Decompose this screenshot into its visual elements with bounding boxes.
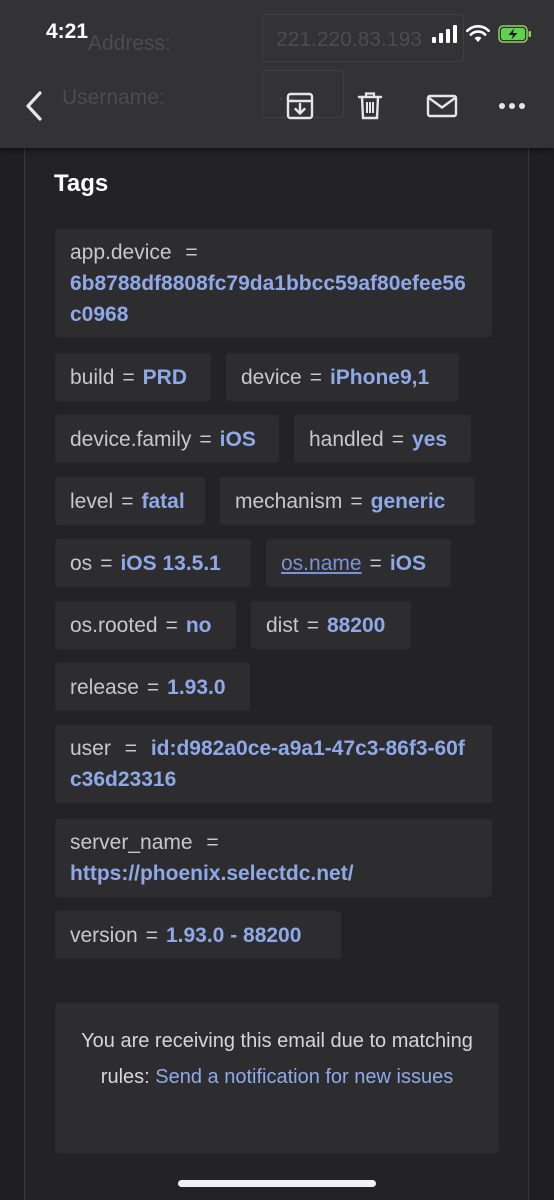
mail-icon bbox=[426, 94, 458, 118]
tag-key: release bbox=[70, 675, 139, 699]
tag-version: version = 1.93.0 - 88200 bbox=[55, 911, 341, 959]
tag-equals: = bbox=[350, 489, 363, 513]
wifi-icon bbox=[466, 25, 490, 42]
tag-value: no bbox=[185, 613, 212, 637]
tag-server-name: server_name = https://phoenix.selectdc.n… bbox=[55, 819, 492, 897]
delete-button[interactable] bbox=[352, 88, 388, 124]
battery-charging-icon bbox=[498, 25, 531, 43]
tag-key: os bbox=[70, 551, 93, 575]
home-indicator[interactable] bbox=[178, 1180, 376, 1187]
tag-key: handled bbox=[309, 427, 384, 451]
more-icon bbox=[499, 103, 525, 109]
archive-icon bbox=[286, 92, 314, 120]
tag-value: iOS bbox=[219, 427, 256, 451]
tag-value: generic bbox=[370, 489, 446, 513]
tag-equals: = bbox=[146, 675, 160, 699]
tag-release: release = 1.93.0 bbox=[55, 663, 250, 711]
tag-value: yes bbox=[412, 427, 448, 451]
tag-key: app.device bbox=[70, 241, 172, 264]
status-icons bbox=[432, 22, 532, 46]
tag-key: os.rooted bbox=[70, 613, 158, 637]
top-bar: Address: 221.220.83.193 Username: ... 4:… bbox=[0, 0, 554, 148]
tag-os-rooted: os.rooted = no bbox=[55, 601, 236, 649]
tag-value: fatal bbox=[141, 489, 185, 513]
tag-user: user = id:d982a0ce-a9a1-47c3-86f3-60fc36… bbox=[55, 725, 492, 803]
tag-key: dist bbox=[266, 613, 299, 637]
tag-dist: dist = 88200 bbox=[251, 601, 411, 649]
tag-equals: = bbox=[309, 365, 322, 389]
tag-equals: = bbox=[121, 489, 134, 513]
chevron-left-icon bbox=[26, 91, 42, 121]
tag-key-link[interactable]: os.name bbox=[281, 548, 362, 579]
tag-key: user bbox=[70, 737, 111, 760]
tag-value: 1.93.0 - 88200 bbox=[165, 923, 302, 947]
ghost-label-username: Username: bbox=[62, 86, 165, 109]
tag-equals: = bbox=[306, 613, 319, 637]
tag-value: iOS bbox=[389, 551, 426, 575]
tag-key: mechanism bbox=[235, 489, 343, 513]
tag-equals: = bbox=[369, 551, 382, 575]
alert-rule-link[interactable]: Send a notification for new issues bbox=[155, 1066, 453, 1088]
tag-value: iPhone9,1 bbox=[329, 365, 430, 389]
tag-value: https://phoenix.selectdc.net/ bbox=[70, 862, 354, 885]
tag-equals: = bbox=[391, 427, 405, 451]
tag-device: device = iPhone9,1 bbox=[226, 353, 459, 401]
more-button[interactable] bbox=[494, 88, 530, 124]
tag-key: build bbox=[70, 365, 115, 389]
tag-value: 6b8788df8808fc79da1bbcc59af80efee56c0968 bbox=[70, 272, 466, 326]
tag-os: os = iOS 13.5.1 bbox=[55, 539, 251, 587]
tag-key: version bbox=[70, 923, 138, 947]
tag-build: build = PRD bbox=[55, 353, 211, 401]
cellular-signal-icon bbox=[432, 25, 457, 43]
tag-handled: handled = yes bbox=[294, 415, 471, 463]
tag-value: 1.93.0 bbox=[167, 675, 226, 699]
trash-icon bbox=[357, 92, 383, 120]
archive-button[interactable] bbox=[282, 88, 318, 124]
tag-level: level = fatal bbox=[55, 477, 205, 525]
tag-value: iOS 13.5.1 bbox=[120, 551, 221, 575]
back-button[interactable] bbox=[16, 88, 52, 124]
tag-key: server_name bbox=[70, 831, 193, 854]
tag-equals: = bbox=[124, 737, 137, 760]
tag-equals: = bbox=[185, 241, 198, 264]
tags-heading: Tags bbox=[54, 170, 109, 197]
mail-button[interactable] bbox=[424, 88, 460, 124]
tag-app-device: app.device = 6b8788df8808fc79da1bbcc59af… bbox=[55, 229, 492, 337]
ghost-label-address: Address: bbox=[88, 32, 171, 55]
tag-equals: = bbox=[206, 831, 219, 854]
tag-mechanism: mechanism = generic bbox=[220, 477, 475, 525]
footer-notice: You are receiving this email due to matc… bbox=[55, 1003, 499, 1153]
tag-value: 88200 bbox=[326, 613, 386, 637]
tag-value: PRD bbox=[142, 365, 187, 389]
tag-equals: = bbox=[100, 551, 113, 575]
tag-key: device bbox=[241, 365, 302, 389]
tag-equals: = bbox=[165, 613, 178, 637]
tag-os-name: os.name = iOS bbox=[266, 539, 451, 587]
tag-key: level bbox=[70, 489, 114, 513]
tag-device-family: device.family = iOS bbox=[55, 415, 279, 463]
tag-equals: = bbox=[145, 923, 158, 947]
tag-key: device.family bbox=[70, 427, 192, 451]
tag-equals: = bbox=[122, 365, 135, 389]
ghost-value-address: 221.220.83.193 bbox=[276, 28, 422, 51]
status-time: 4:21 bbox=[46, 20, 89, 43]
tag-equals: = bbox=[199, 427, 212, 451]
